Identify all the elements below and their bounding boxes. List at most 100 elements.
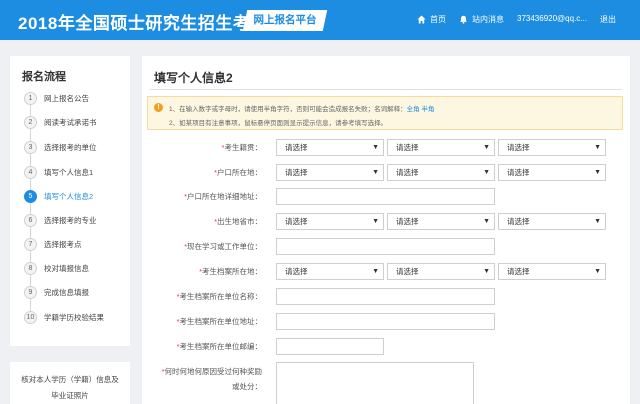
platform-label: 网上报名平台: [253, 14, 317, 26]
top-header: 2018年全国硕士研究生招生考试 网上报名平台 首页 站内消息 37343692…: [0, 0, 640, 40]
archive-county-select[interactable]: 请选择 ▼: [498, 263, 606, 280]
logout-link[interactable]: 退出: [600, 14, 616, 25]
user-email: 373436920@qq.c...: [517, 14, 587, 23]
sidebar-step-6[interactable]: 6 选择报考的专业: [24, 213, 97, 227]
hukou-label: *户口所在地：: [214, 168, 262, 177]
step-number: 3: [24, 140, 37, 154]
caret-down-icon: ▼: [483, 268, 490, 275]
step-label: 阅读考试承诺书: [44, 117, 97, 127]
caret-down-icon: ▼: [594, 169, 601, 176]
rewards-label: *何时何地何原因受过何种奖励: [161, 367, 262, 376]
caret-down-icon: ▼: [594, 218, 601, 225]
step-label: 校对填报信息: [44, 263, 89, 273]
archive-unit-name-input[interactable]: [276, 288, 495, 305]
caret-down-icon: ▼: [372, 144, 379, 151]
bell-icon: [460, 15, 467, 24]
hukou-address-input[interactable]: [276, 188, 495, 205]
step-label: 填写个人信息1: [44, 167, 94, 177]
step-number: 9: [24, 285, 37, 299]
birthplace-label: *出生地省市：: [214, 217, 262, 226]
verify-education-panel[interactable]: 核对本人学历（学籍）信息及 毕业证照片: [10, 362, 130, 404]
step-label: 填写个人信息2: [44, 191, 94, 201]
native-place-province-select[interactable]: 请选择 ▼: [276, 139, 384, 156]
step-label: 学籍学历校验结果: [44, 312, 104, 322]
archive-unit-name-label: *考生档案所在单位名称：: [176, 292, 262, 301]
step-number: 7: [24, 237, 37, 251]
work-unit-input[interactable]: [276, 238, 495, 255]
sidebar-step-2[interactable]: 2 阅读考试承诺书: [24, 115, 97, 129]
archive-unit-address-input[interactable]: [276, 313, 495, 330]
nav-home-label: 首页: [430, 15, 446, 24]
sidebar-step-9[interactable]: 9 完成信息填报: [24, 285, 89, 299]
step-label: 选择报考的单位: [44, 142, 97, 152]
step-number: 6: [24, 213, 37, 227]
verify-line-2: 毕业证照片: [51, 391, 89, 400]
step-number: 10: [24, 310, 37, 324]
sidebar-step-5[interactable]: 5 填写个人信息2: [24, 189, 93, 203]
notice-line-1: 1、在输入数字或字母时，请使用半角字符，否则可能会造成报名失败；名词解释：全角 …: [169, 103, 434, 113]
caret-down-icon: ▼: [372, 169, 379, 176]
site-title: 2018年全国硕士研究生招生考试: [18, 14, 268, 33]
archive-unit-postcode-input[interactable]: [276, 338, 384, 355]
sidebar-step-10[interactable]: 10 学籍学历校验结果: [24, 310, 104, 324]
archive-unit-address-label: *考生档案所在单位地址：: [176, 317, 262, 326]
nav-user-account[interactable]: 373436920@qq.c...: [517, 14, 587, 23]
step-number: 8: [24, 261, 37, 275]
birthplace-province-select[interactable]: 请选择 ▼: [276, 213, 384, 230]
rewards-label-cont: 或处分：: [232, 382, 262, 391]
native-place-county-select[interactable]: 请选择 ▼: [498, 139, 606, 156]
hukou-county-select[interactable]: 请选择 ▼: [498, 164, 606, 181]
step-number: 2: [24, 115, 37, 129]
caret-down-icon: ▼: [594, 144, 601, 151]
birthplace-city-select[interactable]: 请选择 ▼: [387, 213, 495, 230]
page-title: 填写个人信息2: [154, 71, 233, 85]
step-label: 网上报名公告: [44, 93, 89, 103]
process-sidebar: 报名流程 1 网上报名公告 2 阅读考试承诺书 3 选择报考的单位 4 填写个人…: [10, 56, 130, 346]
notice-text-1: 1、在输入数字或字母时，请使用半角字符，否则可能会造成报名失败；名词解释：: [169, 106, 407, 113]
nav-messages-label: 站内消息: [472, 15, 504, 24]
archive-province-select[interactable]: 请选择 ▼: [276, 263, 384, 280]
fullwidth-link[interactable]: 全角: [407, 106, 420, 113]
caret-down-icon: ▼: [372, 268, 379, 275]
home-icon: [417, 15, 426, 24]
warning-icon: !: [154, 103, 163, 112]
archive-location-label: *考生档案所在地：: [199, 267, 262, 276]
caret-down-icon: ▼: [483, 144, 490, 151]
caret-down-icon: ▼: [594, 268, 601, 275]
step-label: 完成信息填报: [44, 287, 89, 297]
step-number: 4: [24, 165, 37, 179]
hukou-province-select[interactable]: 请选择 ▼: [276, 164, 384, 181]
notice-box: ! 1、在输入数字或字母时，请使用半角字符，否则可能会造成报名失败；名词解释：全…: [147, 96, 623, 130]
step-label: 选择报考的专业: [44, 215, 97, 225]
platform-badge: 网上报名平台: [242, 10, 328, 31]
step-number: 1: [24, 91, 37, 105]
rewards-textarea[interactable]: [276, 362, 474, 404]
native-place-label: *考生籍贯：: [221, 143, 262, 152]
logout-label: 退出: [600, 15, 616, 24]
nav-messages-link[interactable]: 站内消息: [459, 14, 504, 25]
sidebar-step-3[interactable]: 3 选择报考的单位: [24, 140, 97, 154]
caret-down-icon: ▼: [372, 218, 379, 225]
notice-line-2: 2、如某项目有注意事项，鼠标悬停页面则显示提示信息，请参考填写选择。: [169, 120, 388, 127]
sidebar-title: 报名流程: [22, 71, 66, 83]
verify-line-1: 核对本人学历（学籍）信息及: [21, 375, 119, 384]
step-label: 选择报考点: [44, 239, 82, 249]
archive-unit-postcode-label: *考生档案所在单位邮编：: [176, 342, 262, 351]
nav-home-link[interactable]: 首页: [417, 14, 446, 25]
step-number: 5: [24, 189, 37, 203]
sidebar-step-8[interactable]: 8 校对填报信息: [24, 261, 89, 275]
archive-city-select[interactable]: 请选择 ▼: [387, 263, 495, 280]
sidebar-step-1[interactable]: 1 网上报名公告: [24, 91, 89, 105]
halfwidth-link[interactable]: 半角: [421, 106, 434, 113]
sidebar-step-4[interactable]: 4 填写个人信息1: [24, 165, 93, 179]
hukou-city-select[interactable]: 请选择 ▼: [387, 164, 495, 181]
native-place-city-select[interactable]: 请选择 ▼: [387, 139, 495, 156]
sidebar-step-7[interactable]: 7 选择报考点: [24, 237, 82, 251]
work-unit-label: *现在学习或工作单位：: [184, 242, 262, 251]
title-divider: [150, 89, 622, 90]
birthplace-county-select[interactable]: 请选择 ▼: [498, 213, 606, 230]
caret-down-icon: ▼: [483, 169, 490, 176]
personal-info-form-panel: 填写个人信息2 ! 1、在输入数字或字母时，请使用半角字符，否则可能会造成报名失…: [142, 56, 630, 404]
caret-down-icon: ▼: [483, 218, 490, 225]
hukou-address-label: *户口所在地详细地址：: [184, 192, 262, 201]
